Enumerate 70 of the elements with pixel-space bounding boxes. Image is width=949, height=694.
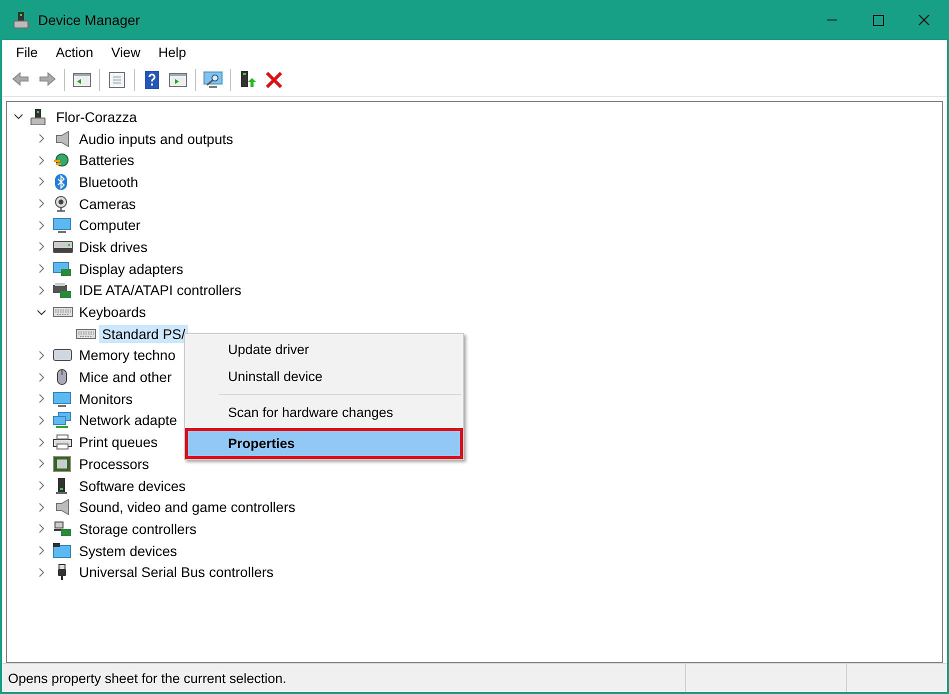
expand-chevron-icon[interactable]	[36, 458, 47, 470]
expand-chevron-icon[interactable]	[36, 480, 47, 492]
tree-item[interactable]: Audio inputs and outputs	[76, 130, 236, 148]
tree-item[interactable]: Software devices	[76, 476, 189, 495]
delete-icon[interactable]	[264, 70, 284, 90]
tree-item[interactable]: Print queues	[76, 433, 161, 452]
tree-item[interactable]: Mice and other	[76, 368, 175, 386]
expand-chevron-icon[interactable]	[36, 133, 47, 144]
tree-item[interactable]: Universal Serial Bus controllers	[76, 563, 277, 582]
menu-item[interactable]: Uninstall device	[187, 363, 461, 390]
tree-item[interactable]: IDE ATA/ATAPI controllers	[76, 281, 244, 300]
expand-chevron-icon[interactable]	[36, 154, 47, 166]
expand-chevron-icon[interactable]	[36, 176, 47, 188]
expand-chevron-icon[interactable]	[36, 220, 47, 231]
tree-item[interactable]: Bluetooth	[76, 172, 142, 191]
tree-item[interactable]: Batteries	[76, 151, 138, 170]
tree-item[interactable]: Memory techno	[76, 346, 178, 364]
panel-icon[interactable]	[72, 70, 92, 90]
chip-icon	[53, 456, 73, 472]
tree-item[interactable]: Monitors	[76, 390, 136, 408]
tree-item[interactable]: Keyboards	[76, 303, 149, 322]
tree-item[interactable]: Sound, video and game controllers	[76, 498, 298, 516]
tree-item[interactable]: System devices	[76, 542, 180, 560]
menu-item[interactable]: Help	[150, 42, 194, 62]
computer-arrow-icon[interactable]	[238, 70, 258, 90]
menu-item[interactable]: Properties	[187, 430, 461, 457]
status-text: Opens property sheet for the current selection.	[7, 670, 288, 686]
menu-item[interactable]: File	[8, 42, 46, 62]
network-icon	[53, 412, 73, 428]
tree-item[interactable]: Display adapters	[76, 260, 186, 278]
tree-item[interactable]: Disk drives	[76, 238, 150, 256]
computer-icon	[13, 11, 29, 29]
tree-item[interactable]: Storage controllers	[76, 520, 200, 538]
tree-item[interactable]: Computer	[76, 216, 144, 234]
expand-chevron-icon[interactable]	[36, 372, 47, 383]
controller-card-icon	[53, 282, 73, 298]
expand-chevron-icon[interactable]	[36, 241, 47, 252]
drive-icon	[53, 238, 73, 255]
tree-item[interactable]: Processors	[76, 454, 152, 473]
display-card-icon	[53, 260, 73, 277]
memory-icon	[53, 347, 73, 364]
tree-item[interactable]: Network adapte	[76, 411, 180, 430]
expand-chevron-icon[interactable]	[36, 436, 47, 448]
tree-item[interactable]: Standard PS/	[99, 324, 188, 343]
expand-chevron-icon[interactable]	[36, 393, 47, 404]
menu-item[interactable]: View	[103, 42, 148, 62]
expand-chevron-icon[interactable]	[36, 545, 47, 556]
monitor-icon	[53, 390, 73, 407]
property-sheet-icon[interactable]	[107, 70, 127, 90]
expand-chevron-icon[interactable]	[36, 198, 47, 210]
system-folder-icon	[53, 542, 73, 559]
window-title: Device Manager	[38, 12, 140, 28]
tree-item[interactable]: Cameras	[76, 194, 139, 213]
tree-item[interactable]: Flor-Corazza	[53, 108, 140, 126]
expand-chevron-icon[interactable]	[36, 523, 47, 534]
help-icon[interactable]	[142, 70, 162, 90]
printer-icon	[53, 434, 73, 450]
menu-item[interactable]: Scan for hardware changes	[187, 399, 461, 426]
storage-controller-icon	[53, 520, 73, 537]
expand-chevron-icon[interactable]	[36, 350, 47, 361]
expand-chevron-icon[interactable]	[36, 263, 47, 274]
monitor-search-icon[interactable]	[203, 70, 223, 90]
menu-item[interactable]: Update driver	[187, 336, 461, 363]
expand-chevron-icon[interactable]	[36, 502, 47, 513]
panel-icon[interactable]	[168, 70, 188, 90]
expand-chevron-icon[interactable]	[36, 566, 47, 578]
expand-chevron-icon[interactable]	[36, 284, 47, 296]
monitor-icon	[53, 217, 73, 234]
menu-item[interactable]: Action	[48, 42, 102, 62]
expand-chevron-icon[interactable]	[36, 414, 47, 426]
